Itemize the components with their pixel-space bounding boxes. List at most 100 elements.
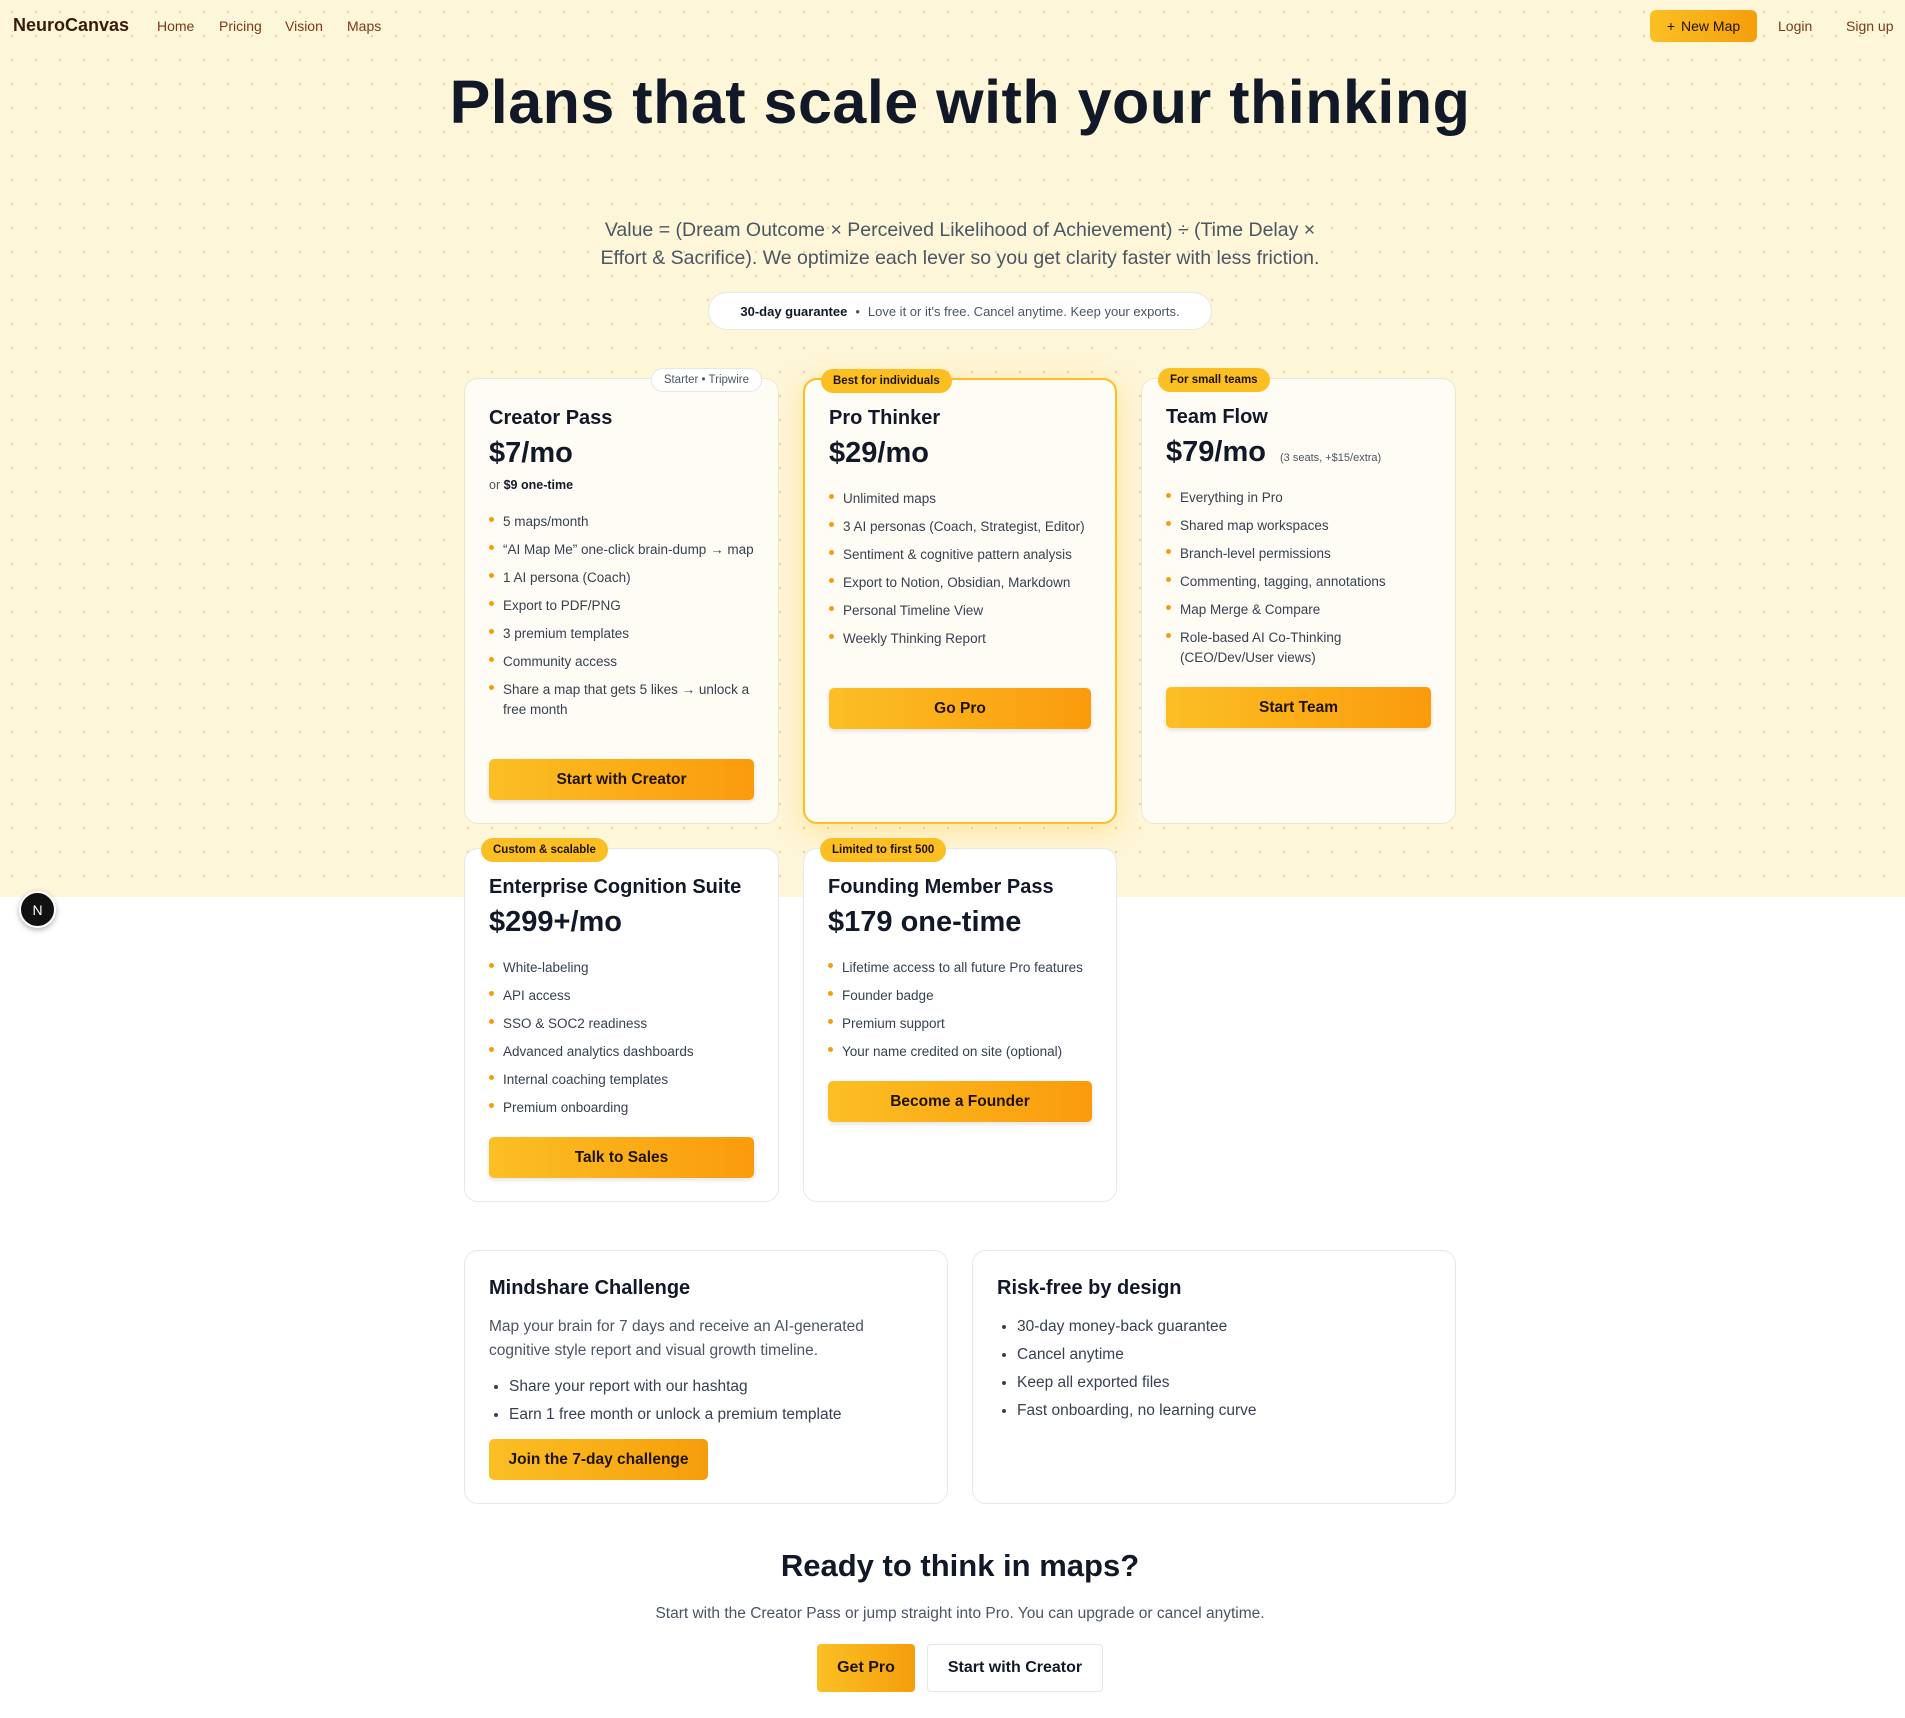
plan-card-team: For small teams Team Flow $79/mo (3 seat… bbox=[1141, 368, 1456, 824]
list-item: Keep all exported files bbox=[1017, 1369, 1257, 1397]
plan-features: White-labeling API access SSO & SOC2 rea… bbox=[489, 958, 758, 1126]
feature-item: Branch-level permissions bbox=[1166, 544, 1435, 564]
list-item: 30-day money-back guarantee bbox=[1017, 1313, 1257, 1341]
brand-logo[interactable]: NeuroCanvas bbox=[13, 15, 129, 36]
feature-item: 3 premium templates bbox=[489, 624, 758, 644]
plan-name: Founding Member Pass bbox=[828, 876, 1054, 898]
get-pro-button[interactable]: Get Pro bbox=[817, 1644, 915, 1692]
challenge-list: Share your report with our hashtag Earn … bbox=[509, 1373, 842, 1429]
challenge-title: Mindshare Challenge bbox=[489, 1277, 691, 1299]
plan-card-enterprise: Custom & scalable Enterprise Cognition S… bbox=[464, 838, 779, 1202]
plus-icon: + bbox=[1666, 18, 1676, 34]
feature-item: Personal Timeline View bbox=[829, 601, 1095, 621]
join-challenge-button[interactable]: Join the 7-day challenge bbox=[489, 1439, 708, 1480]
hero-subtitle: Value = (Dream Outcome × Perceived Likel… bbox=[600, 219, 1320, 269]
risk-title: Risk-free by design bbox=[997, 1277, 1182, 1299]
list-item: Share your report with our hashtag bbox=[509, 1373, 842, 1401]
feature-item: White-labeling bbox=[489, 958, 758, 978]
floating-n-button[interactable]: N bbox=[19, 891, 56, 928]
list-item: Cancel anytime bbox=[1017, 1341, 1257, 1369]
plan-card-pro: Best for individuals Pro Thinker $29/mo … bbox=[803, 369, 1117, 824]
feature-item: Export to PDF/PNG bbox=[489, 596, 758, 616]
feature-item: Shared map workspaces bbox=[1166, 516, 1435, 536]
feature-item: Commenting, tagging, annotations bbox=[1166, 572, 1435, 592]
plan-badge: Starter • Tripwire bbox=[650, 368, 762, 392]
price-note: (3 seats, +$15/extra) bbox=[1280, 452, 1382, 464]
feature-item: SSO & SOC2 readiness bbox=[489, 1014, 758, 1034]
go-pro-button[interactable]: Go Pro bbox=[829, 688, 1091, 729]
plan-badge: Limited to first 500 bbox=[820, 838, 947, 862]
feature-item: Advanced analytics dashboards bbox=[489, 1042, 758, 1062]
start-team-button[interactable]: Start Team bbox=[1166, 687, 1431, 728]
signup-link[interactable]: Sign up bbox=[1846, 18, 1893, 34]
feature-item: Weekly Thinking Report bbox=[829, 629, 1095, 649]
plan-features: Lifetime access to all future Pro featur… bbox=[828, 958, 1096, 1070]
feature-item: Premium support bbox=[828, 1014, 1096, 1034]
guarantee-separator: • bbox=[855, 303, 860, 319]
page-title: Plans that scale with your thinking bbox=[449, 68, 1471, 136]
guarantee-bold: 30-day guarantee bbox=[740, 303, 848, 319]
plan-badge: Custom & scalable bbox=[481, 838, 608, 862]
feature-item: 5 maps/month bbox=[489, 512, 758, 532]
top-navbar: NeuroCanvas Home Pricing Vision Maps + N… bbox=[0, 0, 1905, 52]
plan-price: $29/mo bbox=[829, 437, 929, 469]
start-with-creator-secondary-button[interactable]: Start with Creator bbox=[927, 1644, 1103, 1692]
plan-name: Enterprise Cognition Suite bbox=[489, 876, 742, 898]
ready-title: Ready to think in maps? bbox=[780, 1548, 1140, 1583]
feature-item: 3 AI personas (Coach, Strategist, Editor… bbox=[829, 517, 1095, 537]
nav-link-pricing[interactable]: Pricing bbox=[219, 18, 262, 34]
challenge-card: Mindshare Challenge Map your brain for 7… bbox=[464, 1250, 948, 1504]
start-with-creator-button[interactable]: Start with Creator bbox=[489, 759, 754, 800]
plan-features: Unlimited maps 3 AI personas (Coach, Str… bbox=[829, 489, 1095, 657]
become-founder-button[interactable]: Become a Founder bbox=[828, 1081, 1092, 1122]
list-item: Fast onboarding, no learning curve bbox=[1017, 1397, 1257, 1425]
feature-item: Premium onboarding bbox=[489, 1098, 758, 1118]
feature-item: Unlimited maps bbox=[829, 489, 1095, 509]
challenge-text: Map your brain for 7 days and receive an… bbox=[489, 1318, 864, 1359]
plan-features: 5 maps/month “AI Map Me” one-click brain… bbox=[489, 512, 758, 728]
feature-item: Everything in Pro bbox=[1166, 488, 1435, 508]
ready-subtitle: Start with the Creator Pass or jump stra… bbox=[655, 1605, 1265, 1622]
feature-item: Role-based AI Co-Thinking (CEO/Dev/User … bbox=[1166, 628, 1435, 668]
plan-badge: For small teams bbox=[1158, 368, 1270, 392]
plan-price: $7/mo bbox=[489, 437, 573, 469]
feature-item: API access bbox=[489, 986, 758, 1006]
feature-item: Map Merge & Compare bbox=[1166, 600, 1435, 620]
feature-item: Community access bbox=[489, 652, 758, 672]
nav-link-maps[interactable]: Maps bbox=[347, 18, 381, 34]
feature-item: Founder badge bbox=[828, 986, 1096, 1006]
plan-card-creator: Starter • Tripwire Creator Pass $7/mo or… bbox=[464, 368, 779, 824]
feature-item: 1 AI persona (Coach) bbox=[489, 568, 758, 588]
risk-list: 30-day money-back guarantee Cancel anyti… bbox=[1017, 1313, 1257, 1425]
guarantee-pill: 30-day guarantee • Love it or it's free.… bbox=[708, 292, 1212, 330]
nav-link-vision[interactable]: Vision bbox=[285, 18, 323, 34]
feature-item: Share a map that gets 5 likes → unlock a… bbox=[489, 680, 758, 720]
plan-price: $179 one-time bbox=[828, 906, 1022, 938]
new-map-label: New Map bbox=[1681, 18, 1741, 34]
plan-alt-price: or $9 one-time bbox=[489, 478, 573, 492]
plan-badge: Best for individuals bbox=[821, 369, 952, 393]
plan-features: Everything in Pro Shared map workspaces … bbox=[1166, 488, 1435, 676]
plan-price: $79/mo (3 seats, +$15/extra) bbox=[1166, 436, 1381, 469]
feature-item: Lifetime access to all future Pro featur… bbox=[828, 958, 1096, 978]
alt-bold: $9 one-time bbox=[503, 478, 574, 492]
feature-item: Internal coaching templates bbox=[489, 1070, 758, 1090]
plan-name: Creator Pass bbox=[489, 407, 613, 429]
plan-card-founder: Limited to first 500 Founding Member Pas… bbox=[803, 838, 1117, 1202]
talk-to-sales-button[interactable]: Talk to Sales bbox=[489, 1137, 754, 1178]
feature-item: “AI Map Me” one-click brain-dump → map bbox=[489, 540, 758, 560]
list-item: Earn 1 free month or unlock a premium te… bbox=[509, 1401, 842, 1429]
alt-prefix: or bbox=[489, 478, 501, 492]
login-link[interactable]: Login bbox=[1778, 18, 1812, 34]
plan-price: $299+/mo bbox=[489, 906, 623, 938]
nav-link-home[interactable]: Home bbox=[157, 18, 194, 34]
plan-name: Pro Thinker bbox=[829, 407, 941, 429]
feature-item: Your name credited on site (optional) bbox=[828, 1042, 1096, 1062]
plan-name: Team Flow bbox=[1166, 406, 1268, 428]
price-value: $79/mo bbox=[1166, 436, 1266, 468]
feature-item: Export to Notion, Obsidian, Markdown bbox=[829, 573, 1095, 593]
guarantee-text: Love it or it's free. Cancel anytime. Ke… bbox=[867, 303, 1180, 319]
risk-card: Risk-free by design 30-day money-back gu… bbox=[972, 1250, 1456, 1504]
new-map-button[interactable]: + New Map bbox=[1650, 10, 1757, 42]
feature-item: Sentiment & cognitive pattern analysis bbox=[829, 545, 1095, 565]
